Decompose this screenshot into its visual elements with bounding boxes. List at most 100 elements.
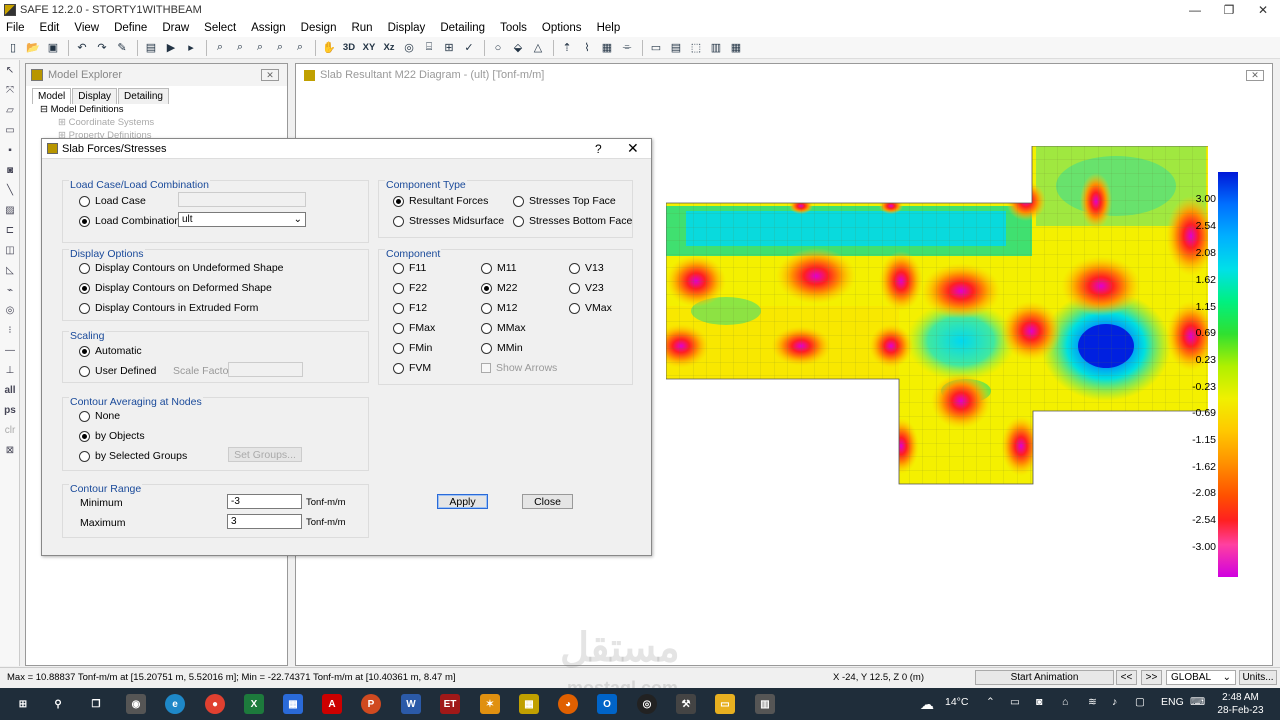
- language-indicator[interactable]: ENG: [1161, 696, 1184, 708]
- draw-slab-icon[interactable]: ▱: [0, 100, 20, 120]
- menu-tools[interactable]: Tools: [500, 22, 527, 34]
- load-case-radio[interactable]: Load Case: [79, 195, 146, 207]
- component-m11-radio[interactable]: M11: [481, 262, 517, 274]
- stresses-mid-radio[interactable]: Stresses Midsurface: [393, 215, 504, 227]
- component-f22-radio[interactable]: F22: [393, 282, 427, 294]
- maximum-field[interactable]: 3: [227, 514, 302, 529]
- menu-display[interactable]: Display: [388, 22, 426, 34]
- store-icon[interactable]: ▦: [283, 694, 303, 714]
- undo-icon[interactable]: ↶: [73, 40, 91, 56]
- close-window-button[interactable]: ✕: [1246, 0, 1280, 19]
- run-icon[interactable]: ▶: [162, 40, 180, 56]
- undeformed-radio[interactable]: Display Contours on Undeformed Shape: [79, 262, 284, 274]
- weather-temp[interactable]: 14°C: [945, 696, 968, 708]
- edge-icon[interactable]: e: [165, 694, 185, 714]
- report-icon[interactable]: ▦: [727, 40, 745, 56]
- menu-define[interactable]: Define: [114, 22, 147, 34]
- windows-start-icon[interactable]: ⊞: [13, 694, 33, 714]
- menu-options[interactable]: Options: [542, 22, 582, 34]
- camera-app-icon[interactable]: ◉: [126, 694, 146, 714]
- extruded-radio[interactable]: Display Contours in Extruded Form: [79, 302, 258, 314]
- menu-run[interactable]: Run: [351, 22, 372, 34]
- averaging-objects-radio[interactable]: by Objects: [79, 430, 145, 442]
- view-3d-button[interactable]: 3D: [340, 40, 358, 56]
- maximize-button[interactable]: ❐: [1212, 0, 1246, 19]
- load-combination-radio[interactable]: Load Combination: [79, 215, 180, 227]
- outlook-icon[interactable]: O: [597, 694, 617, 714]
- media-icon[interactable]: ◎: [637, 694, 657, 714]
- pencil-icon[interactable]: ✎: [113, 40, 131, 56]
- draw-area-icon[interactable]: ▪: [0, 140, 20, 160]
- meet-icon[interactable]: ⌂: [1062, 696, 1068, 708]
- tree-coordinate-systems[interactable]: ⊞ Coordinate Systems: [40, 117, 287, 130]
- slab-forces-icon[interactable]: ▦: [598, 40, 616, 56]
- zoom-in-icon[interactable]: ⌕: [271, 40, 289, 56]
- draw-strip-icon[interactable]: ⊏: [0, 220, 20, 240]
- coordinate-system-select[interactable]: GLOBAL ⌄: [1166, 670, 1236, 685]
- draw-column-icon[interactable]: ◙: [0, 160, 20, 180]
- reshape-icon[interactable]: ⤧: [0, 80, 20, 100]
- perspective-icon[interactable]: ⌸: [420, 40, 438, 56]
- component-v23-radio[interactable]: V23: [569, 282, 604, 294]
- view-xz-button[interactable]: Xz: [380, 40, 398, 56]
- select-all-icon[interactable]: all: [0, 380, 20, 400]
- zoom-out-icon[interactable]: ⌕: [291, 40, 309, 56]
- clear-selection-icon[interactable]: clr: [0, 420, 20, 440]
- automatic-radio[interactable]: Automatic: [79, 345, 142, 357]
- draw-beam-icon[interactable]: ╲: [0, 180, 20, 200]
- zoom-previous-icon[interactable]: ⌕: [251, 40, 269, 56]
- wifi-icon[interactable]: ≋: [1088, 696, 1097, 708]
- intersect-icon[interactable]: ⊠: [0, 440, 20, 460]
- file-explorer-icon[interactable]: ▭: [715, 694, 735, 714]
- chevron-up-icon[interactable]: ⌃: [986, 696, 995, 708]
- component-fmin-radio[interactable]: FMin: [393, 342, 432, 354]
- reaction-icon[interactable]: ⇡: [558, 40, 576, 56]
- explorer-close-icon[interactable]: ✕: [261, 69, 279, 81]
- sap-icon[interactable]: ✶: [480, 694, 500, 714]
- deformed-radio[interactable]: Display Contours on Deformed Shape: [79, 282, 272, 294]
- circle-icon[interactable]: ○: [489, 40, 507, 56]
- point-load-icon[interactable]: ◎: [0, 300, 20, 320]
- strip-forces-icon[interactable]: ⌯: [618, 40, 636, 56]
- menu-help[interactable]: Help: [597, 22, 621, 34]
- draw-tendon-icon[interactable]: ◫: [0, 240, 20, 260]
- tab-model[interactable]: Model: [32, 88, 72, 104]
- component-fmax-radio[interactable]: FMax: [393, 322, 435, 334]
- search-icon[interactable]: ⚲: [48, 694, 68, 714]
- dashed-box-icon[interactable]: ⬚: [687, 40, 705, 56]
- menu-assign[interactable]: Assign: [251, 22, 286, 34]
- load-combination-select[interactable]: ult ⌄: [178, 212, 306, 227]
- prev-step-button[interactable]: <<: [1116, 670, 1137, 685]
- component-f11-radio[interactable]: F11: [393, 262, 426, 274]
- snap-grid-icon[interactable]: ⊥: [0, 360, 20, 380]
- touch-keyboard-icon[interactable]: ⌨: [1190, 696, 1205, 708]
- minimize-button[interactable]: —: [1178, 0, 1212, 19]
- user-defined-radio[interactable]: User Defined: [79, 365, 156, 377]
- power-icon[interactable]: ▢: [1135, 696, 1145, 708]
- menu-view[interactable]: View: [74, 22, 99, 34]
- apply-button[interactable]: Apply: [437, 494, 488, 509]
- menu-draw[interactable]: Draw: [162, 22, 189, 34]
- run-design-icon[interactable]: ▸: [182, 40, 200, 56]
- clock[interactable]: 2:48 AM 28-Feb-23: [1213, 691, 1268, 717]
- next-step-button[interactable]: >>: [1141, 670, 1162, 685]
- app-icon-last[interactable]: ▥: [755, 694, 775, 714]
- pointer-icon[interactable]: ↖: [0, 60, 20, 80]
- select-previous-icon[interactable]: ps: [0, 400, 20, 420]
- grid-snap-icon[interactable]: ⊞: [440, 40, 458, 56]
- lock-icon[interactable]: ▤: [142, 40, 160, 56]
- pan-icon[interactable]: ✋: [320, 40, 338, 56]
- beam-forces-icon[interactable]: ⌇: [578, 40, 596, 56]
- view-xy-button[interactable]: XY: [360, 40, 378, 56]
- triangle-icon[interactable]: △: [529, 40, 547, 56]
- component-m22-radio[interactable]: M22: [481, 282, 517, 294]
- component-vmax-radio[interactable]: VMax: [569, 302, 612, 314]
- slab-contour-plot[interactable]: [666, 146, 1208, 486]
- tab-detailing[interactable]: Detailing: [118, 88, 169, 104]
- menu-detailing[interactable]: Detailing: [440, 22, 485, 34]
- powerpoint-icon[interactable]: P: [361, 694, 381, 714]
- tab-display[interactable]: Display: [72, 88, 118, 104]
- stresses-bottom-radio[interactable]: Stresses Bottom Face: [513, 215, 632, 227]
- task-view-icon[interactable]: ❐: [86, 694, 106, 714]
- safe-app-icon[interactable]: ▦: [519, 694, 539, 714]
